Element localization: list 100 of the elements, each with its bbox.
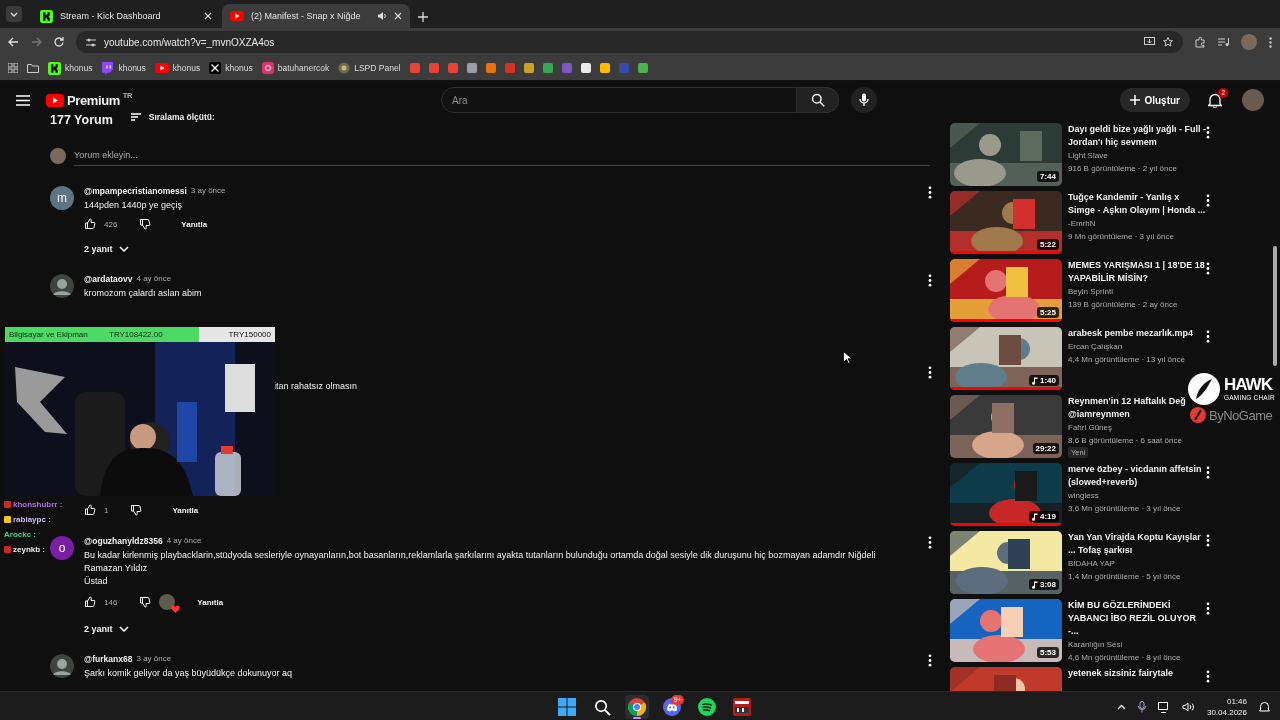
channel-name[interactable]: Light Slave xyxy=(1068,149,1208,162)
avatar[interactable] xyxy=(50,274,74,298)
notifications-icon[interactable] xyxy=(1208,92,1222,108)
microphone-icon[interactable] xyxy=(859,93,870,107)
video-title[interactable]: KİM BU GÖZLERİNDEKİ YABANCI İBO REZİL OLUYOR -... xyxy=(1068,599,1208,638)
replies-toggle[interactable]: 2 yanıt xyxy=(84,624,930,634)
play-logo-icon[interactable] xyxy=(46,93,64,107)
reply-button[interactable]: Yanıtla xyxy=(197,597,224,607)
channel-name[interactable]: Beyin Sprinti xyxy=(1068,285,1208,298)
channel-name[interactable]: wingless xyxy=(1068,489,1208,502)
avatar[interactable]: m xyxy=(50,186,74,210)
tab-search-button[interactable] xyxy=(6,6,22,22)
video-title[interactable]: MEMES YARIŞMASI 1 | 18'DE 18 YAPABİLİR MİSİN? xyxy=(1068,259,1208,285)
back-icon[interactable] xyxy=(8,37,19,47)
more-icon[interactable] xyxy=(1206,602,1210,615)
video-title[interactable]: yetenek sizsiniz fairytale xyxy=(1068,667,1174,680)
menu-icon[interactable] xyxy=(16,94,30,106)
more-icon[interactable] xyxy=(928,536,932,549)
channel-name[interactable]: Fahri Güneş xyxy=(1068,421,1208,434)
site-settings-icon[interactable] xyxy=(86,37,96,47)
more-icon[interactable] xyxy=(1206,126,1210,139)
folder-icon[interactable] xyxy=(27,63,39,73)
logo-text[interactable]: Premium xyxy=(67,92,120,108)
channel-name[interactable]: -EmrhN xyxy=(1068,217,1208,230)
reply-button[interactable]: Yanıtla xyxy=(172,505,199,515)
close-icon[interactable] xyxy=(394,12,402,20)
like-icon[interactable] xyxy=(84,596,96,608)
more-icon[interactable] xyxy=(1206,262,1210,275)
notification-bell-icon[interactable] xyxy=(1259,701,1270,713)
forward-icon[interactable] xyxy=(31,37,42,47)
close-icon[interactable] xyxy=(204,12,212,20)
address-bar[interactable]: youtube.com/watch?v=_mvnOXZA4os xyxy=(76,31,1183,53)
video-title[interactable]: @iamreynmen xyxy=(1068,408,1130,421)
chevron-down-icon[interactable] xyxy=(10,11,18,17)
browser-tab[interactable]: Stream - Kick Dashboard xyxy=(32,4,220,28)
media-icon[interactable] xyxy=(1218,37,1229,47)
network-icon[interactable] xyxy=(1157,701,1170,713)
reload-icon[interactable] xyxy=(54,37,64,47)
browser-tab[interactable]: (2) Manifest - Snap x Niğde xyxy=(222,4,410,28)
reply-button[interactable]: Yanıtla xyxy=(181,219,208,229)
comment-author[interactable]: @furkanx68 xyxy=(84,654,133,664)
replies-toggle[interactable]: 2 yanıt xyxy=(84,244,930,254)
channel-name[interactable]: Ercan Çalışkan xyxy=(1068,340,1208,353)
bookmark-icon[interactable] xyxy=(466,63,477,73)
sort-label[interactable]: Sıralama ölçütü: xyxy=(148,112,215,122)
bookmark[interactable]: khonus xyxy=(118,63,146,73)
plus-icon[interactable] xyxy=(1130,95,1141,105)
comment-author[interactable]: @ardataovv xyxy=(84,274,133,284)
more-icon[interactable] xyxy=(1269,36,1272,48)
speaker-icon[interactable] xyxy=(377,11,387,21)
more-icon[interactable] xyxy=(1206,466,1210,479)
create-button[interactable]: Oluştur xyxy=(1120,88,1190,112)
bookmark[interactable]: khonus xyxy=(172,63,201,73)
more-icon[interactable] xyxy=(1206,330,1210,343)
more-icon[interactable] xyxy=(928,186,932,199)
bookmark[interactable]: batuhanercok xyxy=(277,63,330,73)
microphone-icon[interactable] xyxy=(1137,701,1146,713)
bookmark-icon[interactable] xyxy=(599,63,610,73)
avatar[interactable] xyxy=(50,654,74,678)
more-icon[interactable] xyxy=(1206,194,1210,207)
bookmark-icon[interactable] xyxy=(580,63,591,73)
more-icon[interactable] xyxy=(1206,534,1210,547)
search-button[interactable] xyxy=(797,87,840,113)
video-title[interactable]: Yan Yan Virajda Koptu Kayışlar ... Tofaş şarkısı xyxy=(1068,531,1208,557)
comment-author[interactable]: @mpampecristianomessi xyxy=(84,186,187,196)
sort-icon[interactable] xyxy=(130,113,141,121)
video-title[interactable]: arabesk pembe mezarlık.mp4 xyxy=(1068,327,1194,340)
extensions-icon[interactable] xyxy=(1195,36,1206,48)
video-title[interactable]: Reynmen'in 12 Haftalık Değ xyxy=(1068,395,1186,408)
more-icon[interactable] xyxy=(1206,670,1210,683)
apps-grid-icon[interactable] xyxy=(8,63,18,73)
video-title[interactable]: merve özbey - vicdanın affetsin (slowed+reverb) xyxy=(1068,463,1208,489)
scrollbar[interactable] xyxy=(1273,246,1277,366)
dislike-icon[interactable] xyxy=(139,218,152,230)
video-title[interactable]: Dayı geldi bize yağlı yağlı - Full - Jordan'ı hiç sevmem xyxy=(1068,123,1208,149)
volume-icon[interactable] xyxy=(1181,702,1195,712)
more-icon[interactable] xyxy=(928,366,932,379)
dislike-icon[interactable] xyxy=(139,596,152,608)
channel-name[interactable]: BİDAHA YAP xyxy=(1068,557,1208,570)
like-icon[interactable] xyxy=(84,504,96,516)
comment-field[interactable]: Yorum ekleyin... xyxy=(74,145,930,166)
more-icon[interactable] xyxy=(928,654,932,667)
like-icon[interactable] xyxy=(84,218,96,230)
new-tab-icon[interactable] xyxy=(418,12,428,22)
account-avatar[interactable] xyxy=(1242,89,1264,111)
clock-date[interactable]: 30.04.2026 xyxy=(1206,707,1247,718)
channel-name[interactable]: Karanlığın Sesi xyxy=(1068,638,1208,651)
chevron-up-icon[interactable] xyxy=(1116,704,1126,710)
comment-author[interactable]: @oguzhanyldz8356 xyxy=(84,536,163,546)
bookmark-icon[interactable] xyxy=(523,63,534,73)
bookmark[interactable]: khonus xyxy=(225,63,253,73)
bookmark[interactable]: khonus xyxy=(65,63,93,73)
dislike-icon[interactable] xyxy=(130,504,143,516)
video-title[interactable]: Tuğçe Kandemir - Yanlış x Simge - Aşkın Olayım | Honda ... xyxy=(1068,191,1208,217)
voice-search-button[interactable] xyxy=(851,87,878,113)
more-icon[interactable] xyxy=(928,274,932,287)
install-icon[interactable] xyxy=(1144,37,1155,47)
avatar[interactable]: o xyxy=(50,536,74,560)
clock-time[interactable]: 01:46 xyxy=(1226,696,1247,707)
bookmark-icon[interactable] xyxy=(637,63,648,73)
